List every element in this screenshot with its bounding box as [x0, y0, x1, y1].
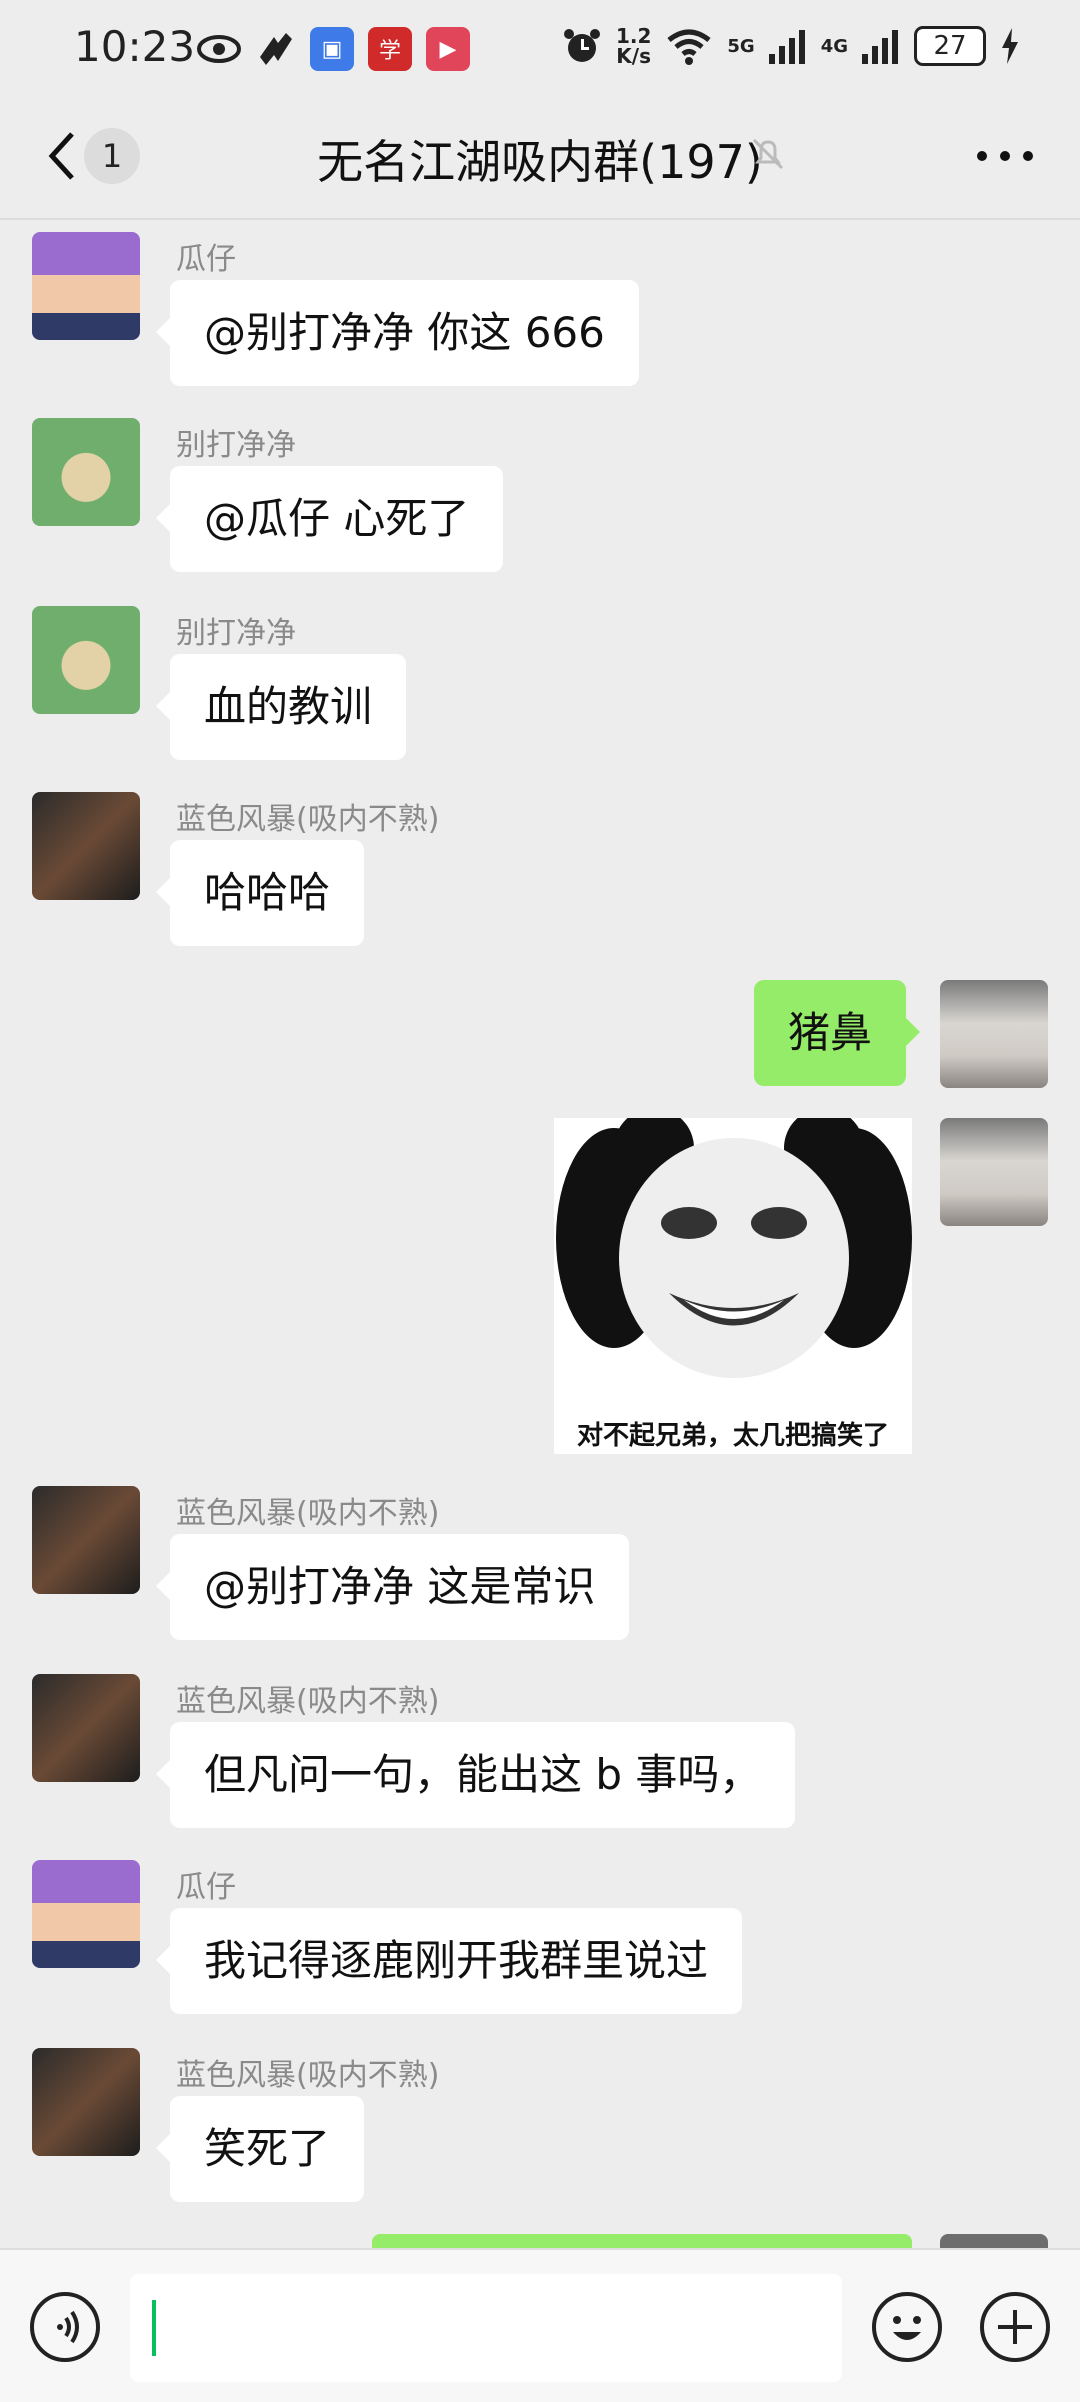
page-title: 无名江湖吸内群(197) [317, 135, 763, 189]
avatar[interactable] [32, 1486, 140, 1594]
partial-message-bubble-self[interactable] [372, 2234, 912, 2248]
more-functions-button[interactable] [980, 2292, 1050, 2362]
emoji-button[interactable] [872, 2292, 942, 2362]
voice-button[interactable] [30, 2292, 100, 2362]
wifi-icon [667, 29, 711, 65]
text-cursor [152, 2300, 156, 2356]
sender-name: 蓝色风暴(吸内不熟) [176, 802, 440, 837]
self-avatar[interactable] [940, 980, 1048, 1088]
panda-meme-image [554, 1118, 912, 1418]
system-status: 1.2 K/s 5G 4G 27 [562, 26, 1020, 66]
sender-name: 瓜仔 [176, 242, 236, 277]
app-blue-icon: ▣ [310, 27, 354, 71]
video-app-icon: ▶ [426, 27, 470, 71]
input-bar [0, 2248, 1080, 2402]
charging-icon [1002, 28, 1018, 64]
app-red-icon: 学 [368, 27, 412, 71]
signal-4g-icon [862, 30, 898, 64]
avatar[interactable] [32, 1674, 140, 1782]
message-bubble[interactable]: 哈哈哈 [155, 840, 365, 946]
notification-icons: ▣ 学 ▶ [196, 26, 470, 72]
signal-5g-label: 5G [727, 35, 755, 57]
header-divider [0, 218, 1080, 220]
signal-5g-icon [768, 30, 805, 64]
sender-name: 别打净净 [176, 428, 296, 463]
sender-name: 蓝色风暴(吸内不熟) [176, 1496, 440, 1531]
status-bar: 10:23 ▣ 学 ▶ 1.2 K/s 5G 4G 27 [0, 0, 1080, 100]
alarm-icon [563, 29, 600, 62]
message-bubble[interactable]: 血的教训 [155, 654, 407, 760]
avatar[interactable] [32, 1860, 140, 1968]
more-options-icon[interactable] [970, 136, 1040, 176]
chat-header: 1 无名江湖吸内群(197) [0, 100, 1080, 220]
muted-bell-icon [752, 138, 784, 170]
sender-name: 蓝色风暴(吸内不熟) [176, 2058, 440, 2093]
battery-indicator: 27 [914, 26, 986, 66]
avatar[interactable] [32, 418, 140, 526]
net-speed: 1.2 K/s [615, 24, 652, 68]
message-input[interactable] [130, 2274, 842, 2382]
self-avatar[interactable] [940, 1118, 1048, 1226]
panda-sticker[interactable]: 对不起兄弟，太几把搞笑了 [554, 1118, 912, 1454]
avatar[interactable] [32, 232, 140, 340]
voice-icon [57, 2310, 79, 2344]
avatar[interactable] [32, 2048, 140, 2156]
avatar[interactable] [32, 792, 140, 900]
message-bubble[interactable]: @别打净净 这是常识 [155, 1534, 630, 1640]
eye-icon [197, 35, 241, 63]
message-bubble-self[interactable]: 猪鼻 [754, 980, 921, 1086]
message-bubble[interactable]: @别打净净 你这 666 [156, 280, 639, 386]
message-bubble[interactable]: 笑死了 [155, 2096, 365, 2202]
sender-name: 蓝色风暴(吸内不熟) [176, 1684, 440, 1719]
sticker-caption: 对不起兄弟，太几把搞笑了 [576, 1421, 889, 1451]
message-bubble[interactable]: 但凡问一句，能出这 b 事吗， [155, 1722, 796, 1828]
sender-name: 瓜仔 [176, 1870, 236, 1905]
clock: 10:23 [74, 22, 196, 71]
partial-self-avatar[interactable] [940, 2234, 1048, 2248]
sender-name: 别打净净 [176, 616, 296, 651]
smiley-icon [893, 2316, 921, 2340]
message-bubble[interactable]: 我记得逐鹿刚开我群里说过 [155, 1908, 743, 2014]
message-bubble[interactable]: @瓜仔 心死了 [155, 466, 504, 572]
swirl-icon [260, 33, 292, 65]
signal-4g-label: 4G [820, 35, 848, 57]
avatar[interactable] [32, 606, 140, 714]
plus-icon [998, 2310, 1032, 2344]
